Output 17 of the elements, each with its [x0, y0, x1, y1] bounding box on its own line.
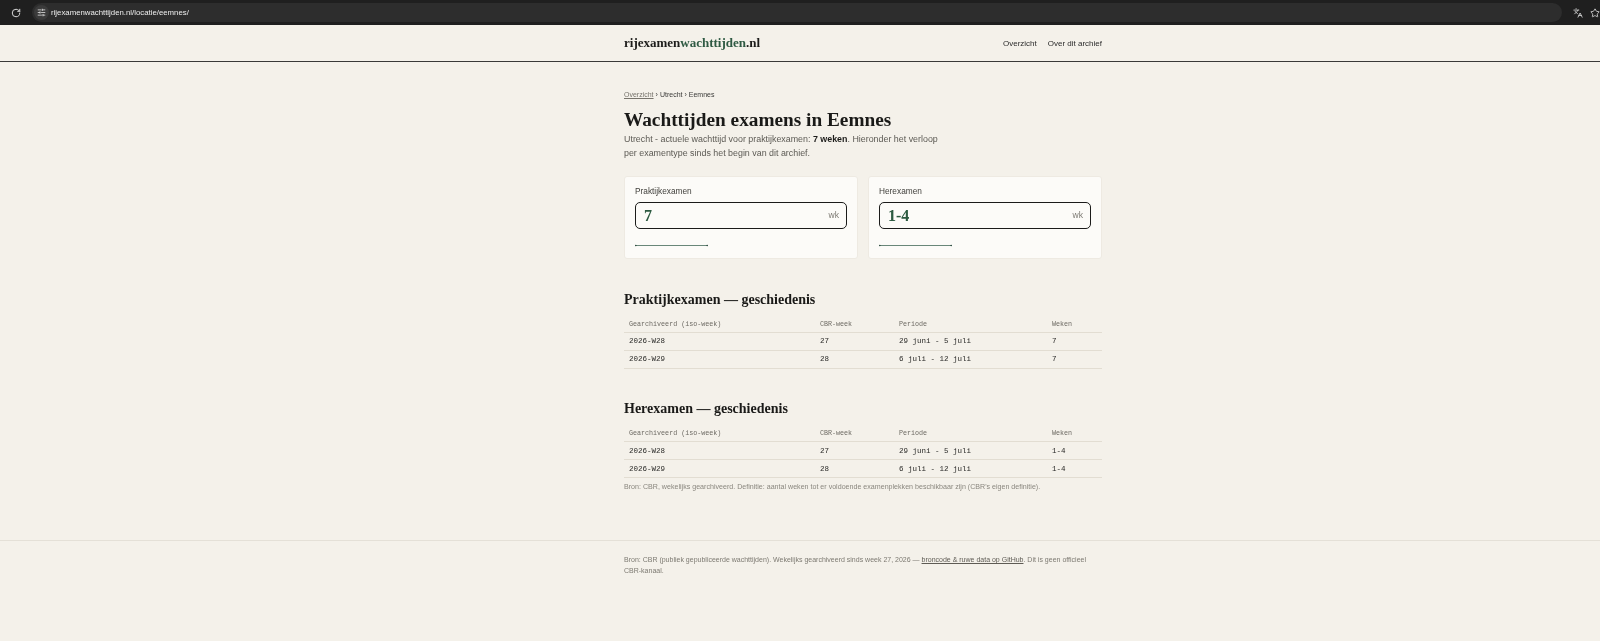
wait-time-value: 7 — [644, 207, 652, 224]
star-icon[interactable] — [1590, 7, 1600, 18]
card-label: Praktijkexamen — [635, 186, 693, 197]
page-title: Wachttijden examens in Eemnes — [624, 108, 893, 132]
section-heading: Herexamen — geschiedenis — [624, 400, 789, 418]
reload-icon[interactable] — [11, 7, 21, 18]
nav-link[interactable]: Over dit archief — [1047, 38, 1102, 48]
nav-link[interactable]: Overzicht — [1002, 38, 1037, 48]
settings-icon[interactable] — [34, 5, 49, 20]
translate-icon[interactable] — [1573, 7, 1583, 18]
section-heading: Praktijkexamen — geschiedenis — [624, 290, 817, 309]
unit-label: wk — [1072, 210, 1083, 221]
unit-label: wk — [828, 210, 839, 221]
site-logo[interactable]: rijexamenwachttijden.nl — [624, 35, 761, 51]
card-label: Herexamen — [879, 186, 923, 197]
wait-time-value: 1-4 — [888, 207, 910, 224]
intro-text: Utrecht - actuele wachttijd voor praktijkexamen: 7 weken. Hieronder het verloop per examentype sinds het begin van dit archief. — [624, 133, 939, 160]
